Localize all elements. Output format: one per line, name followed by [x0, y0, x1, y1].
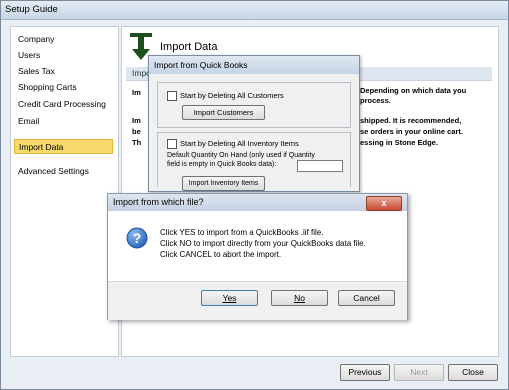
file-dialog-button-bar: Yes No Cancel: [108, 281, 407, 320]
quickbooks-dialog-title: Import from Quick Books: [154, 60, 248, 70]
sidebar-item-advanced-settings[interactable]: Advanced Settings: [14, 164, 113, 179]
inventory-group: Start by Deleting All Inventory Items De…: [157, 132, 351, 191]
next-button[interactable]: Next: [394, 364, 444, 381]
question-icon: ?: [126, 227, 148, 251]
page-title: Import Data: [160, 41, 218, 53]
delete-inventory-label: Start by Deleting All Inventory Items: [180, 139, 299, 148]
import-file-dialog: Import from which file? x ? Click YES to…: [107, 193, 408, 320]
default-qty-input[interactable]: [297, 160, 343, 172]
bg-text-left-4: be: [132, 127, 141, 136]
file-dialog-title: Import from which file?: [113, 197, 204, 207]
bg-text-right-1: Depending on which data you: [360, 86, 467, 95]
sidebar-item-sales-tax[interactable]: Sales Tax: [14, 64, 113, 79]
default-qty-label-line2: field is empty in Quick Books data):: [167, 161, 277, 168]
previous-button[interactable]: Previous: [340, 364, 390, 381]
sidebar-item-shopping-carts[interactable]: Shopping Carts: [14, 80, 113, 95]
svg-text:?: ?: [133, 230, 142, 246]
delete-customers-label: Start by Deleting All Customers: [180, 91, 284, 100]
sidebar-item-credit-card-processing[interactable]: Credit Card Processing: [14, 97, 113, 112]
bg-text-right-4: se orders in your online cart.: [360, 127, 463, 136]
quickbooks-import-dialog: Import from Quick Books Start by Deletin…: [148, 55, 360, 192]
sidebar-item-import-data[interactable]: Import Data: [14, 139, 113, 154]
sidebar: Company Users Sales Tax Shopping Carts C…: [10, 26, 119, 357]
sidebar-item-company[interactable]: Company: [14, 32, 113, 47]
close-button[interactable]: Close: [448, 364, 498, 381]
bg-text-left-3: Im: [132, 116, 141, 125]
dialog-message-line-1: Click YES to import from a QuickBooks .i…: [160, 228, 324, 237]
customers-group: Start by Deleting All Customers Import C…: [157, 82, 351, 128]
delete-customers-checkbox[interactable]: [167, 91, 177, 101]
bg-text-left-5: Th: [132, 138, 142, 147]
dialog-message-line-3: Click CANCEL to abort the import.: [160, 250, 282, 259]
import-customers-button[interactable]: Import Customers: [182, 105, 265, 120]
default-qty-label-line1: Default Quantity On Hand (only used if Q…: [167, 152, 315, 159]
bg-text-right-3: shipped. It is recommended,: [360, 116, 462, 125]
dialog-message-line-2: Click NO to import directly from your Qu…: [160, 239, 366, 248]
bg-text-right-5: essing in Stone Edge.: [360, 138, 438, 147]
bg-text-left-1: Im: [132, 88, 141, 97]
cancel-button[interactable]: Cancel: [338, 290, 395, 306]
file-dialog-titlebar: Import from which file? x: [108, 194, 407, 211]
quickbooks-dialog-titlebar: Import from Quick Books: [149, 56, 359, 74]
delete-inventory-checkbox[interactable]: [167, 139, 177, 149]
bg-text-right-2: process.: [360, 96, 391, 105]
sidebar-item-users[interactable]: Users: [14, 48, 113, 63]
yes-button[interactable]: Yes: [201, 290, 258, 306]
sidebar-item-email[interactable]: Email: [14, 114, 113, 129]
no-button[interactable]: No: [271, 290, 328, 306]
file-dialog-body: ? Click YES to import from a QuickBooks …: [108, 211, 407, 281]
dialog-close-button[interactable]: x: [366, 196, 402, 211]
window-title: Setup Guide: [5, 4, 58, 15]
import-inventory-button[interactable]: Import Inventory Items: [182, 176, 265, 191]
window-titlebar: Setup Guide: [1, 1, 508, 20]
